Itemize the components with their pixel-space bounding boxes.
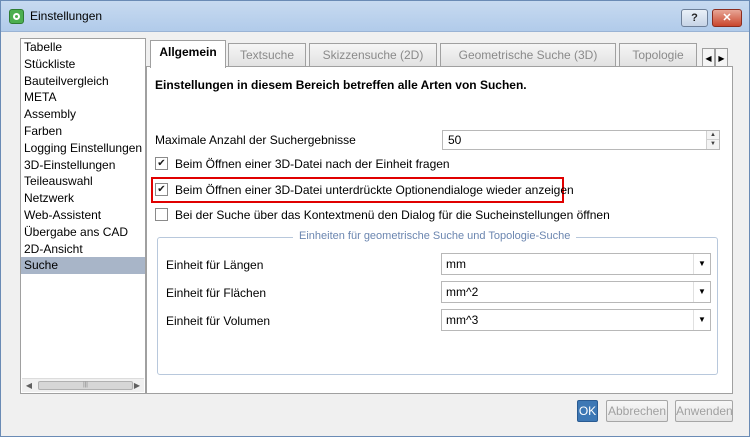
apply-button[interactable]: Anwenden [675,400,733,422]
max-results-value[interactable]: 50 [448,133,461,147]
sidebar-item-teileauswahl[interactable]: Teileauswahl [21,173,145,190]
window-title: Einstellungen [30,9,103,23]
sidebar-item-stueckliste[interactable]: Stückliste [21,56,145,73]
sidebar-item-3d-einstellungen[interactable]: 3D-Einstellungen [21,157,145,174]
sidebar-item-farben[interactable]: Farben [21,123,145,140]
checkbox-show-dialogs-label: Beim Öffnen einer 3D-Datei unterdrückte … [175,183,574,197]
sidebar-item-bauteilvergleich[interactable]: Bauteilvergleich [21,73,145,90]
app-icon [9,9,24,24]
length-unit-value: mm [446,257,466,271]
sidebar-item-tabelle[interactable]: Tabelle [21,39,145,56]
help-button[interactable]: ? [681,9,708,27]
chevron-down-icon[interactable]: ▼ [693,254,710,274]
chevron-down-icon[interactable]: ▼ [693,282,710,302]
close-button[interactable]: ✕ [712,9,742,27]
tab-geometrische-suche[interactable]: Geometrische Suche (3D) [440,43,616,67]
checkbox-context-dialog-box[interactable] [155,208,168,221]
volume-unit-select[interactable]: mm^3 ▼ [441,309,711,331]
area-unit-select[interactable]: mm^2 ▼ [441,281,711,303]
volume-unit-value: mm^3 [446,313,479,327]
scroll-left-arrow-icon[interactable]: ◀ [22,379,36,392]
settings-dialog: Einstellungen ? ✕ Tabelle Stückliste Bau… [0,0,750,437]
volume-unit-label: Einheit für Volumen [166,314,271,328]
tab-topologie[interactable]: Topologie [619,43,697,67]
sidebar-item-web-assistent[interactable]: Web-Assistent [21,207,145,224]
sidebar-item-assembly[interactable]: Assembly [21,106,145,123]
max-results-label: Maximale Anzahl der Suchergebnisse [155,133,356,147]
chevron-down-icon[interactable]: ▼ [693,310,710,330]
units-group-title: Einheiten für geometrische Suche und Top… [293,230,577,242]
area-unit-value: mm^2 [446,285,479,299]
sidebar-item-uebergabe-cad[interactable]: Übergabe ans CAD [21,224,145,241]
spin-down-icon[interactable]: ▼ [707,140,719,149]
sidebar-item-logging[interactable]: Logging Einstellungen [21,140,145,157]
area-unit-label: Einheit für Flächen [166,286,267,300]
tab-strip: Allgemein Textsuche Skizzensuche (2D) Ge… [146,40,728,70]
cancel-button[interactable]: Abbrechen [606,400,668,422]
tab-textsuche[interactable]: Textsuche [228,43,306,67]
max-results-spinbox[interactable]: 50 ▲ ▼ [442,130,720,150]
ok-button[interactable]: OK [577,400,598,422]
spin-up-icon[interactable]: ▲ [707,131,719,140]
tab-panel-allgemein: Einstellungen in diesem Bereich betreffe… [146,66,733,394]
section-heading: Einstellungen in diesem Bereich betreffe… [155,78,527,92]
tab-skizzensuche[interactable]: Skizzensuche (2D) [309,43,437,67]
checkbox-context-dialog-label: Bei der Suche über das Kontextmenü den D… [175,208,610,222]
title-bar[interactable]: Einstellungen ? ✕ [1,1,749,32]
sidebar-item-meta[interactable]: META [21,89,145,106]
sidebar-item-2d-ansicht[interactable]: 2D-Ansicht [21,241,145,258]
scrollbar-thumb[interactable]: ||| [38,381,133,390]
scroll-right-arrow-icon[interactable]: ▶ [130,379,144,392]
checkbox-ask-unit-box[interactable]: ✔ [155,157,168,170]
length-unit-select[interactable]: mm ▼ [441,253,711,275]
sidebar-item-netzwerk[interactable]: Netzwerk [21,190,145,207]
list-horizontal-scrollbar[interactable]: ◀ ||| ▶ [22,378,144,392]
checkbox-ask-unit-label: Beim Öffnen einer 3D-Datei nach der Einh… [175,157,450,171]
tab-allgemein[interactable]: Allgemein [150,40,226,68]
dialog-body: Tabelle Stückliste Bauteilvergleich META… [9,32,742,430]
checkbox-show-dialogs-box[interactable]: ✔ [155,183,168,196]
sidebar-item-suche[interactable]: Suche [21,257,145,275]
units-group: Einheiten für geometrische Suche und Top… [157,230,718,375]
length-unit-label: Einheit für Längen [166,258,264,272]
settings-category-list[interactable]: Tabelle Stückliste Bauteilvergleich META… [20,38,146,394]
